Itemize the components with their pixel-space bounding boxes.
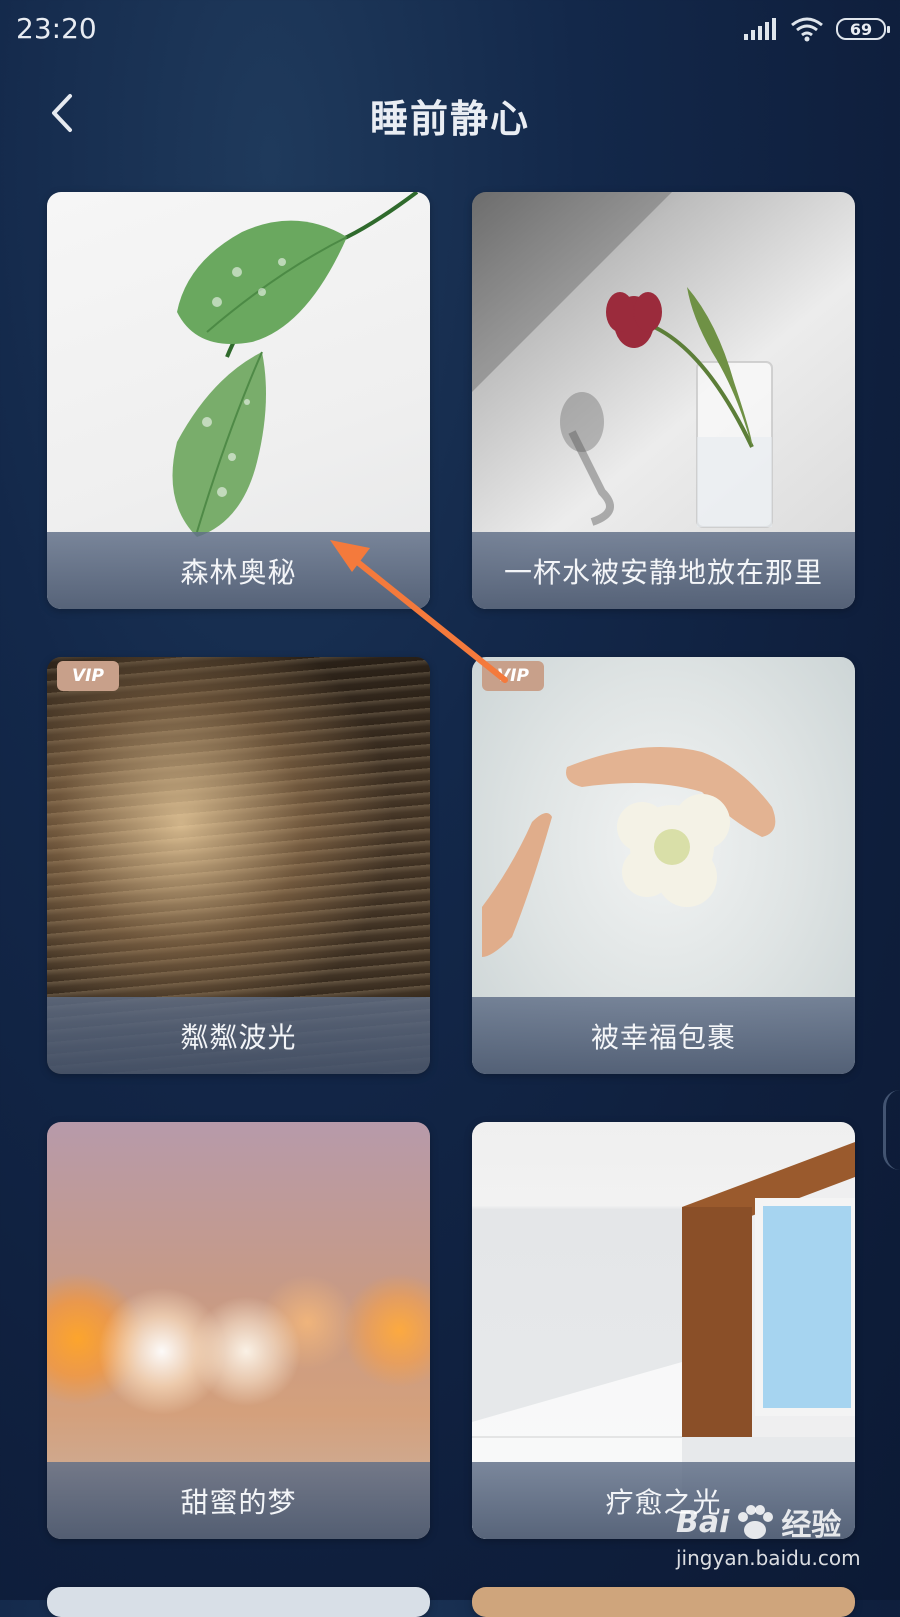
- battery-icon: 69: [836, 18, 890, 40]
- card-title: 粼粼波光: [180, 1020, 297, 1054]
- card-partial-left[interactable]: [47, 1587, 430, 1617]
- card-title: 一杯水被安静地放在那里: [503, 555, 823, 589]
- card-sparkling-water[interactable]: VIP 粼粼波光: [47, 657, 430, 1074]
- card-caption-bar: 甜蜜的梦: [47, 1462, 430, 1539]
- signal-icon: [744, 18, 776, 40]
- watermark-brand: Bai: [676, 1504, 730, 1540]
- vip-badge: VIP: [482, 661, 544, 691]
- status-bar: 23:20 69: [0, 0, 900, 64]
- card-caption-bar: 粼粼波光: [47, 997, 430, 1074]
- vip-badge: VIP: [57, 661, 119, 691]
- card-wrapped-in-happiness[interactable]: VIP 被幸福包裹: [472, 657, 855, 1074]
- card-sweet-dream[interactable]: 甜蜜的梦: [47, 1122, 430, 1539]
- baidu-watermark: Bai 经验 jingyan.baidu.com: [676, 1500, 876, 1580]
- status-icons: 69: [744, 16, 890, 42]
- paw-icon: [738, 1505, 774, 1539]
- card-caption-bar: 一杯水被安静地放在那里: [472, 532, 855, 609]
- card-healing-light[interactable]: 疗愈之光: [472, 1122, 855, 1539]
- battery-level: 69: [849, 19, 873, 39]
- status-time: 23:20: [16, 12, 97, 45]
- header: 睡前静心: [0, 70, 900, 160]
- card-title: 被幸福包裹: [590, 1020, 736, 1054]
- card-forest-mystery[interactable]: 森林奥秘: [47, 192, 430, 609]
- card-partial-right[interactable]: [472, 1587, 855, 1617]
- page-title: 睡前静心: [369, 97, 530, 141]
- watermark-url: jingyan.baidu.com: [676, 1546, 861, 1570]
- card-title: 甜蜜的梦: [180, 1485, 297, 1519]
- card-title: 森林奥秘: [180, 555, 297, 589]
- watermark-brand-suffix: 经验: [781, 1508, 842, 1543]
- card-caption-bar: 森林奥秘: [47, 532, 430, 609]
- edge-handle[interactable]: [883, 1090, 900, 1170]
- wifi-icon: [791, 17, 823, 42]
- card-caption-bar: 被幸福包裹: [472, 997, 855, 1074]
- card-glass-of-water[interactable]: 一杯水被安静地放在那里: [472, 192, 855, 609]
